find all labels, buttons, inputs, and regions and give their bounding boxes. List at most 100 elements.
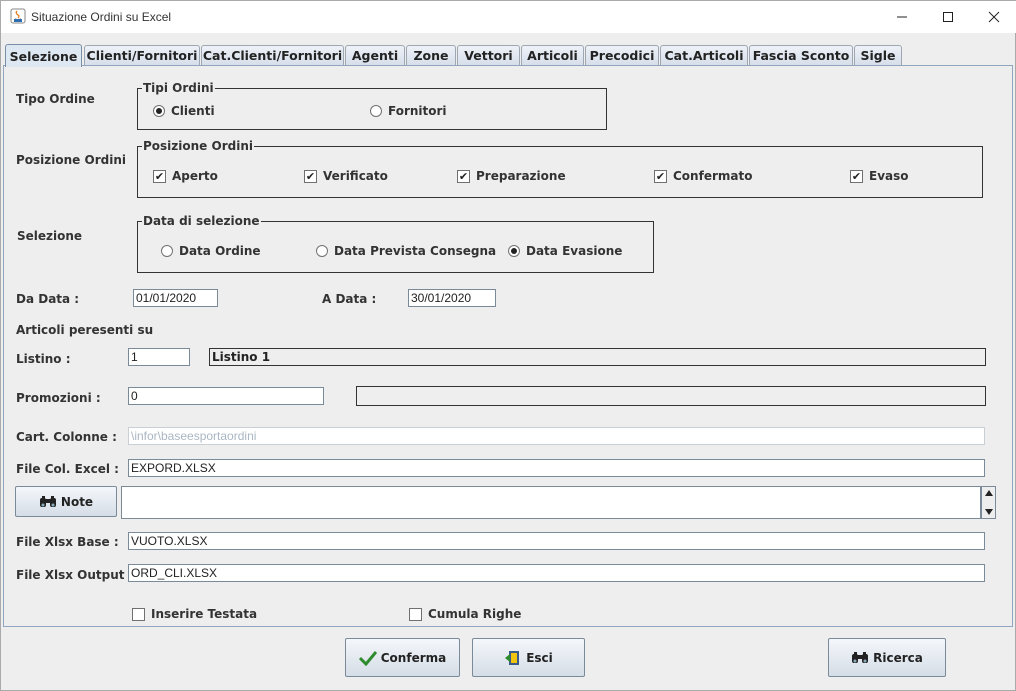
- listino-description: Listino 1: [209, 348, 986, 366]
- checkbox-confermato-label: Confermato: [673, 169, 753, 183]
- promozioni-input[interactable]: 0: [128, 387, 324, 405]
- file-col-excel-label: File Col. Excel :: [16, 462, 119, 476]
- radio-data-prevista-consegna-label: Data Prevista Consegna: [334, 244, 497, 258]
- binoculars-icon: [39, 495, 56, 507]
- checkbox-aperto-label: Aperto: [172, 169, 218, 183]
- da-data-input[interactable]: 01/01/2020: [133, 289, 218, 307]
- file-xlsx-output-input[interactable]: ORD_CLI.XLSX: [128, 564, 985, 582]
- tab-vettori[interactable]: Vettori: [457, 45, 520, 65]
- posizione-ordini-group: Posizione Ordini ✔ Aperto ✔ Verificato ✔…: [137, 139, 983, 198]
- scroll-up-icon[interactable]: [985, 490, 993, 496]
- checkbox-inserire-testata[interactable]: Inserire Testata: [132, 607, 257, 621]
- radio-data-evasione[interactable]: Data Evasione: [508, 244, 622, 258]
- radio-unselected-icon: [161, 245, 173, 257]
- checkbox-verificato-label: Verificato: [323, 169, 388, 183]
- tab-agenti[interactable]: Agenti: [345, 45, 405, 65]
- checkmark-icon: ✔: [304, 169, 317, 183]
- checkmark-icon: ✔: [654, 169, 667, 183]
- tipo-ordine-label: Tipo Ordine: [16, 92, 95, 106]
- checkbox-preparazione[interactable]: ✔ Preparazione: [457, 169, 566, 183]
- radio-data-ordine-label: Data Ordine: [179, 244, 261, 258]
- radio-clienti[interactable]: Clienti: [153, 104, 215, 118]
- tab-sigle[interactable]: Sigle: [854, 45, 902, 65]
- promozioni-label: Promozioni :: [16, 391, 101, 405]
- file-xlsx-base-label: File Xlsx Base :: [16, 535, 119, 549]
- listino-label: Listino :: [16, 352, 71, 366]
- binoculars-icon: [852, 651, 869, 663]
- cart-colonne-input: \infor\baseesportaordini: [128, 427, 985, 445]
- da-data-label: Da Data :: [16, 292, 80, 306]
- data-selezione-group: Data di selezione Data Ordine Data Previ…: [137, 214, 654, 273]
- articoli-heading: Articoli peresenti su: [16, 323, 154, 337]
- checkbox-empty-icon: [132, 607, 145, 621]
- file-xlsx-output-label: File Xlsx Output :: [16, 568, 134, 582]
- tipi-ordini-group: Tipi Ordini Clienti Fornitori: [137, 81, 607, 130]
- checkbox-cumula-righe[interactable]: Cumula Righe: [409, 607, 521, 621]
- radio-unselected-icon: [370, 105, 382, 117]
- selezione-panel: Tipo Ordine Tipi Ordini Clienti Fornitor…: [3, 65, 1013, 627]
- cart-colonne-label: Cart. Colonne :: [16, 430, 117, 444]
- a-data-label: A Data :: [322, 292, 377, 306]
- checkbox-aperto[interactable]: ✔ Aperto: [153, 169, 218, 183]
- window-title: Situazione Ordini su Excel: [31, 10, 172, 24]
- conferma-label: Conferma: [380, 650, 447, 665]
- note-button[interactable]: Note: [15, 486, 117, 517]
- tab-cat-clienti-fornitori[interactable]: Cat.Clienti/Fornitori: [201, 45, 344, 65]
- ricerca-button[interactable]: Ricerca: [828, 638, 946, 677]
- checkbox-empty-icon: [409, 607, 422, 621]
- checkmark-icon: [358, 650, 377, 666]
- radio-data-evasione-label: Data Evasione: [526, 244, 623, 258]
- checkbox-evaso[interactable]: ✔ Evaso: [850, 169, 909, 183]
- tab-selezione[interactable]: Selezione: [5, 44, 82, 67]
- note-textarea[interactable]: [121, 486, 981, 519]
- file-xlsx-base-input[interactable]: VUOTO.XLSX: [128, 532, 985, 550]
- checkbox-cumula-righe-label: Cumula Righe: [428, 607, 522, 621]
- note-scrollbar[interactable]: [981, 486, 996, 519]
- close-icon: [988, 11, 1000, 23]
- checkbox-inserire-testata-label: Inserire Testata: [151, 607, 258, 621]
- tab-zone[interactable]: Zone: [406, 45, 456, 65]
- checkmark-icon: ✔: [153, 169, 166, 183]
- radio-data-prevista-consegna[interactable]: Data Prevista Consegna: [316, 244, 496, 258]
- checkbox-evaso-label: Evaso: [869, 169, 909, 183]
- note-button-label: Note: [60, 494, 94, 509]
- checkmark-icon: ✔: [457, 169, 470, 183]
- radio-selected-icon: [153, 105, 165, 117]
- minimize-button[interactable]: [879, 1, 925, 33]
- tab-cat-articoli[interactable]: Cat.Articoli: [660, 45, 748, 65]
- ricerca-label: Ricerca: [873, 650, 923, 665]
- scroll-down-icon[interactable]: [985, 509, 993, 515]
- radio-clienti-label: Clienti: [171, 104, 215, 118]
- title-bar: Situazione Ordini su Excel: [1, 1, 1016, 33]
- close-button[interactable]: [971, 1, 1016, 33]
- tab-clienti-fornitori[interactable]: Clienti/Fornitori: [84, 45, 200, 65]
- minimize-icon: [897, 16, 907, 18]
- checkbox-preparazione-label: Preparazione: [476, 169, 566, 183]
- exit-door-icon: [505, 650, 520, 665]
- checkmark-icon: ✔: [850, 169, 863, 183]
- checkbox-confermato[interactable]: ✔ Confermato: [654, 169, 752, 183]
- posizione-ordini-label: Posizione Ordini: [16, 153, 126, 167]
- java-app-icon: [10, 8, 26, 24]
- radio-selected-icon: [508, 245, 520, 257]
- promozioni-description: [356, 386, 986, 406]
- checkbox-verificato[interactable]: ✔ Verificato: [304, 169, 388, 183]
- radio-data-ordine[interactable]: Data Ordine: [161, 244, 261, 258]
- esci-label: Esci: [526, 650, 553, 665]
- posizione-ordini-title: Posizione Ordini: [142, 139, 254, 153]
- tab-fascia-sconto[interactable]: Fascia Sconto: [749, 45, 853, 65]
- tipi-ordini-title: Tipi Ordini: [142, 81, 215, 95]
- data-selezione-title: Data di selezione: [142, 214, 261, 228]
- radio-unselected-icon: [316, 245, 328, 257]
- esci-button[interactable]: Esci: [472, 638, 585, 677]
- conferma-button[interactable]: Conferma: [345, 638, 460, 677]
- tab-articoli[interactable]: Articoli: [521, 45, 584, 65]
- maximize-button[interactable]: [925, 1, 971, 33]
- selezione-label: Selezione: [17, 229, 83, 243]
- tab-precodici[interactable]: Precodici: [585, 45, 659, 65]
- listino-input[interactable]: 1: [128, 348, 190, 366]
- maximize-icon: [943, 12, 953, 22]
- file-col-excel-input[interactable]: EXPORD.XLSX: [128, 459, 985, 477]
- radio-fornitori[interactable]: Fornitori: [370, 104, 447, 118]
- a-data-input[interactable]: 30/01/2020: [408, 289, 496, 307]
